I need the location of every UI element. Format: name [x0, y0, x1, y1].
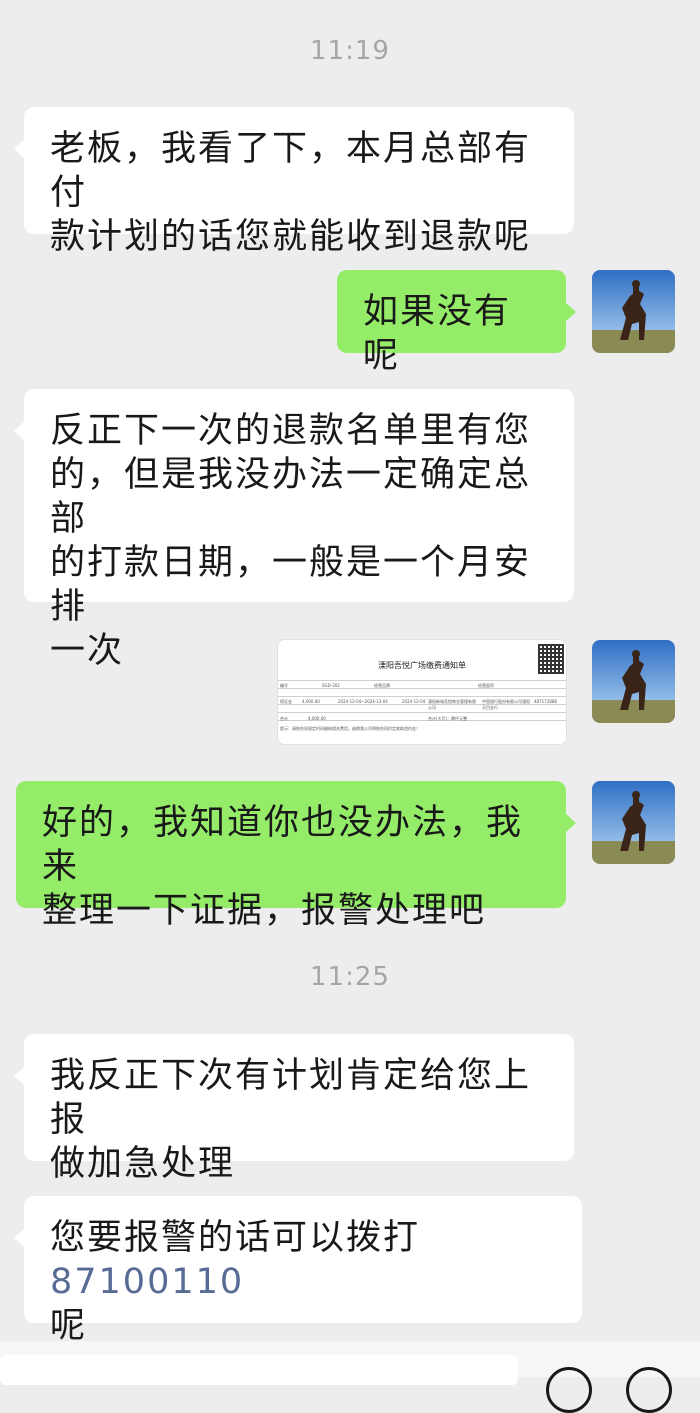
- message-text-line: 的，但是我没办法一定确定总部: [50, 455, 532, 539]
- phone-number-link[interactable]: 87100110: [50, 1262, 244, 1302]
- message-input[interactable]: [0, 1355, 518, 1385]
- message-text-line: 如果没有呢: [363, 292, 512, 376]
- timestamp: 11:19: [310, 36, 390, 66]
- document-cell: 中国银行股份有限公司溧阳天目支行: [482, 699, 530, 710]
- message-text-line: 整理一下证据，报警处理吧: [42, 891, 487, 931]
- message-text-line: 老板，我看了下，本月总部有付: [50, 129, 532, 213]
- message-text-line: 我反正下次有计划肯定给您上报: [50, 1056, 532, 1140]
- document-cell: 4,000.00: [308, 716, 326, 721]
- document-cell: 经营面积: [478, 683, 494, 688]
- document-cell: 合计: [280, 716, 288, 721]
- document-cell: 编号: [280, 683, 288, 688]
- document-cell: 487172888: [534, 699, 557, 704]
- message-bubble-received[interactable]: 我反正下次有计划肯定给您上报 做加急处理: [14, 1034, 574, 1184]
- message-bubble-sent[interactable]: 如果没有呢: [337, 270, 576, 376]
- horse-rider-icon: [592, 781, 675, 864]
- message-bubble-received[interactable]: 反正下一次的退款名单里有您 的，但是我没办法一定确定总部 的打款日期，一般是一个…: [14, 389, 574, 671]
- document-cell: SGD-302: [322, 683, 340, 688]
- message-bubble-received[interactable]: 您要报警的话可以拨打87100110 呢: [14, 1196, 582, 1346]
- document-cell: 溧阳新城吾悦商业管理有限公司: [428, 699, 476, 710]
- user-avatar[interactable]: [592, 640, 675, 723]
- document-cell: 提示：请按合同规定时间缴纳相关费用，逾期我公司将按合同约定收取违约金！: [280, 726, 420, 731]
- message-text-line: 做加急处理: [50, 1144, 236, 1184]
- horse-rider-icon: [592, 640, 675, 723]
- document-cell: 2024-12-04: [402, 699, 426, 704]
- timestamp: 11:25: [310, 962, 390, 992]
- message-text: 您要报警的话可以拨打: [50, 1218, 421, 1258]
- message-text-line: 好的，我知道你也没办法，我来: [42, 803, 524, 887]
- message-text-line: 的打款日期，一般是一个月安排: [50, 543, 532, 627]
- horse-rider-icon: [592, 270, 675, 353]
- message-text-line: 您要报警的话可以拨打87100110: [50, 1216, 556, 1304]
- user-avatar[interactable]: [592, 270, 675, 353]
- user-avatar[interactable]: [592, 781, 675, 864]
- message-text-line: 反正下一次的退款名单里有您: [50, 411, 532, 451]
- document-cell: 4,000.00: [302, 699, 320, 704]
- message-bubble-sent[interactable]: 好的，我知道你也没办法，我来 整理一下证据，报警处理吧: [16, 781, 576, 931]
- message-bubble-received[interactable]: 老板，我看了下，本月总部有付 款计划的话您就能收到退款呢: [14, 107, 574, 257]
- document-title: 溧阳吾悦广场缴费通知单: [378, 661, 466, 670]
- emoji-icon[interactable]: [546, 1367, 592, 1413]
- message-text-line: 款计划的话您就能收到退款呢: [50, 217, 532, 257]
- image-message[interactable]: 溧阳吾悦广场缴费通知单 编号 SGD-302 经营品牌 经营面积 保证金 4,0…: [278, 640, 566, 744]
- document-cell: 2024-12-04~2024-12-04: [338, 699, 388, 704]
- input-bar: [0, 1341, 700, 1413]
- document-cell: 合计(大写)：肆仟元整: [428, 716, 468, 721]
- plus-icon[interactable]: [626, 1367, 672, 1413]
- document-cell: 经营品牌: [374, 683, 390, 688]
- document-cell: 保证金: [280, 699, 292, 704]
